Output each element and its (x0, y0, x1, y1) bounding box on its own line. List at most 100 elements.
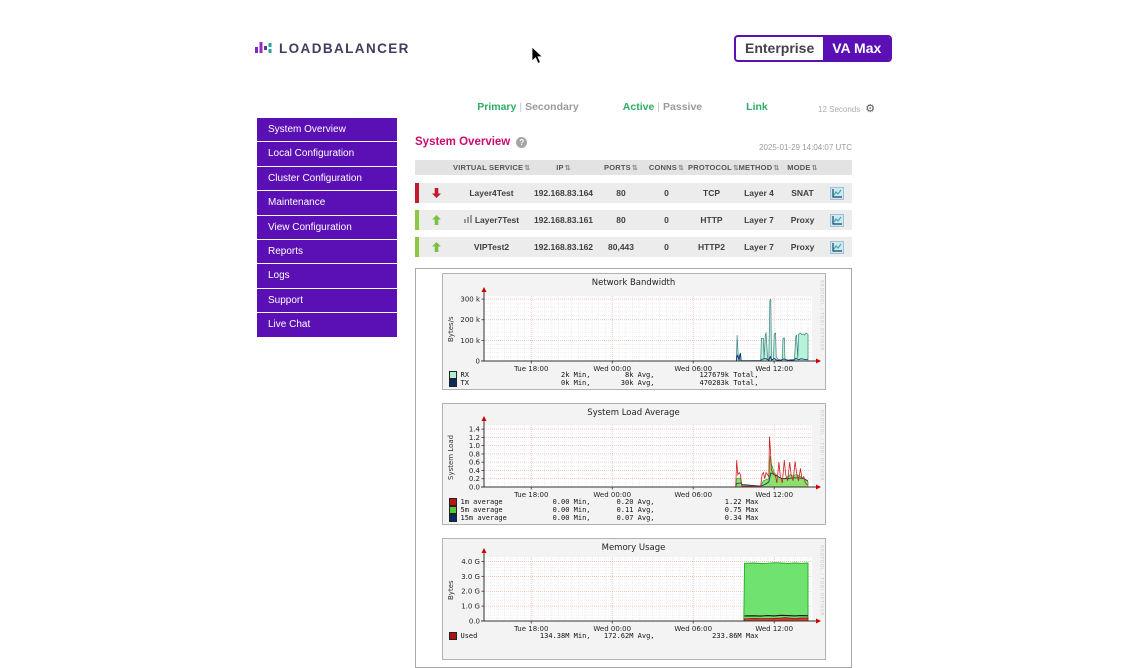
edition-badge: Enterprise VA Max (734, 35, 892, 62)
sidebar-item-reports[interactable]: Reports (257, 240, 397, 264)
svg-text:0.2: 0.2 (468, 475, 479, 483)
server-timestamp: 2025-01-29 14:04:07 UTC (652, 143, 852, 152)
graph-system-load-average[interactable]: 0.00.20.40.60.81.01.21.4Tue 18:00Wed 00:… (442, 403, 826, 525)
graph-legend: 1m average0.00 Min,0.20 Avg,1.22 Max5m a… (449, 498, 821, 523)
y-axis-label: System Load (446, 423, 456, 491)
legend-series-name: Used (461, 632, 535, 640)
rrdtool-watermark: RRDTOOL / TOBI OETIKER (819, 410, 824, 481)
legend-stat: 8k Avg, (591, 371, 655, 379)
svg-text:300 k: 300 k (460, 296, 481, 304)
state-active[interactable]: Active (623, 101, 655, 113)
graph-network-bandwidth[interactable]: 0100 k200 k300 kTue 18:00Wed 00:00Wed 06… (442, 273, 826, 390)
column-header-conns[interactable]: CONNS⇅ (645, 163, 688, 172)
legend-swatch (449, 379, 457, 387)
legend-stat: 470283k Total, (655, 379, 759, 387)
sidebar-item-system-overview[interactable]: System Overview (257, 118, 397, 142)
app-logo[interactable]: LOADBALANCER (255, 40, 410, 56)
vs-method: Layer 7 (735, 215, 783, 225)
sort-icon[interactable]: ⇅ (773, 165, 779, 172)
legend-stat: 233.86M Max (655, 632, 759, 640)
table-body: Layer4Test192.168.83.164800TCPLayer 4SNA… (415, 183, 852, 257)
column-header-protocol[interactable]: PROTOCOL⇅ (688, 163, 735, 172)
svg-text:0: 0 (475, 358, 479, 366)
vs-ip: 192.168.83.164 (530, 188, 597, 198)
legend-row: 5m average0.00 Min,0.11 Avg,0.75 Max (449, 506, 821, 514)
help-icon[interactable]: ? (516, 137, 527, 148)
sidebar-item-local-configuration[interactable]: Local Configuration (257, 142, 397, 166)
graph-memory-usage[interactable]: 0.01.0 G2.0 G3.0 G4.0 GTue 18:00Wed 00:0… (442, 538, 826, 660)
legend-series-name: TX (461, 379, 535, 387)
sidebar-item-logs[interactable]: Logs (257, 264, 397, 288)
sidebar-item-maintenance[interactable]: Maintenance (257, 191, 397, 215)
sort-icon[interactable]: ⇅ (812, 165, 818, 172)
row-graph-icon[interactable] (822, 241, 852, 254)
table-row-layer4test: Layer4Test192.168.83.164800TCPLayer 4SNA… (415, 183, 852, 203)
refresh-settings-icon[interactable]: ⚙ (865, 104, 875, 114)
vs-name: VIPTest2 (453, 242, 530, 252)
legend-stat: 0.00 Min, (535, 506, 591, 514)
role-secondary[interactable]: Secondary (525, 101, 579, 113)
column-header-method[interactable]: METHOD⇅ (735, 163, 783, 172)
link-status[interactable]: Link (746, 101, 768, 113)
graph-title: Network Bandwidth (443, 278, 825, 288)
legend-row: 1m average0.00 Min,0.20 Avg,1.22 Max (449, 498, 821, 506)
sort-icon[interactable]: ⇅ (678, 165, 684, 172)
legend-stat: 1.22 Max (655, 498, 759, 506)
column-header-ip[interactable]: IP⇅ (530, 163, 597, 172)
column-header-mode[interactable]: MODE⇅ (783, 163, 822, 172)
vs-ports: 80,443 (597, 242, 645, 252)
sidebar: System OverviewLocal ConfigurationCluste… (257, 118, 397, 338)
legend-swatch (449, 498, 457, 506)
column-header-virtual-service[interactable]: VIRTUAL SERVICE⇅ (453, 163, 530, 172)
legend-stat: 127679k Total, (655, 371, 759, 379)
rrdtool-watermark: RRDTOOL / TOBI OETIKER (819, 545, 824, 616)
sidebar-item-view-configuration[interactable]: View Configuration (257, 216, 397, 240)
svg-text:0.6: 0.6 (468, 459, 480, 467)
graph-legend: RX2k Min,8k Avg,127679k Total,TX0k Min,3… (449, 371, 821, 387)
row-graph-icon[interactable] (822, 187, 852, 200)
sidebar-item-live-chat[interactable]: Live Chat (257, 313, 397, 337)
status-up-arrow-icon (419, 215, 453, 225)
sidebar-item-support[interactable]: Support (257, 289, 397, 313)
vs-protocol: HTTP2 (688, 242, 735, 252)
role-primary[interactable]: Primary (477, 101, 516, 113)
legend-series-name: 1m average (461, 498, 535, 506)
svg-text:1.0 G: 1.0 G (461, 603, 480, 611)
vs-mode: Proxy (783, 242, 822, 252)
table-row-layer7test: Layer7Test192.168.83.161800HTTPLayer 7Pr… (415, 210, 852, 230)
state-passive[interactable]: Passive (663, 101, 702, 113)
virtual-services-table: VIRTUAL SERVICE⇅IP⇅PORTS⇅CONNS⇅PROTOCOL⇅… (415, 160, 852, 264)
graphs-panel: 0100 k200 k300 kTue 18:00Wed 00:00Wed 06… (415, 268, 852, 668)
legend-row: RX2k Min,8k Avg,127679k Total, (449, 371, 821, 379)
table-row-viptest2: VIPTest2192.168.83.16280,4430HTTP2Layer … (415, 237, 852, 257)
row-graph-icon[interactable] (822, 214, 852, 227)
legend-row: TX0k Min,30k Avg,470283k Total, (449, 379, 821, 387)
sidebar-item-cluster-configuration[interactable]: Cluster Configuration (257, 167, 397, 191)
vs-ip: 192.168.83.162 (530, 242, 597, 252)
y-axis-label: Bytes (446, 555, 456, 625)
status-bar: Primary|Secondary Active|Passive Link (415, 101, 830, 113)
sort-icon[interactable]: ⇅ (565, 165, 571, 172)
svg-text:0.4: 0.4 (468, 467, 480, 475)
refresh-interval-label: 12 Seconds (818, 105, 860, 114)
vs-conns: 0 (645, 242, 688, 252)
vs-name: Layer4Test (453, 188, 530, 198)
svg-text:1.4: 1.4 (468, 426, 480, 434)
table-header: VIRTUAL SERVICE⇅IP⇅PORTS⇅CONNS⇅PROTOCOL⇅… (415, 160, 852, 175)
svg-text:1.2: 1.2 (468, 434, 479, 442)
column-header-ports[interactable]: PORTS⇅ (597, 163, 645, 172)
logo-bars-icon (255, 40, 272, 56)
vs-ports: 80 (597, 188, 645, 198)
edition-badge-va-max: VA Max (823, 37, 890, 60)
status-up-arrow-icon (419, 242, 453, 252)
y-axis-label: Bytes/s (446, 294, 456, 365)
refresh-control[interactable]: 12 Seconds ⚙ (818, 104, 875, 114)
legend-series-name: RX (461, 371, 535, 379)
legend-series-name: 15m average (461, 514, 535, 522)
vs-ports: 80 (597, 215, 645, 225)
legend-stat: 134.38M Min, (535, 632, 591, 640)
legend-row: Used134.38M Min,172.62M Avg,233.86M Max (449, 632, 821, 640)
sort-icon[interactable]: ⇅ (632, 165, 638, 172)
svg-text:0.8: 0.8 (468, 450, 479, 458)
mouse-cursor (531, 47, 545, 65)
